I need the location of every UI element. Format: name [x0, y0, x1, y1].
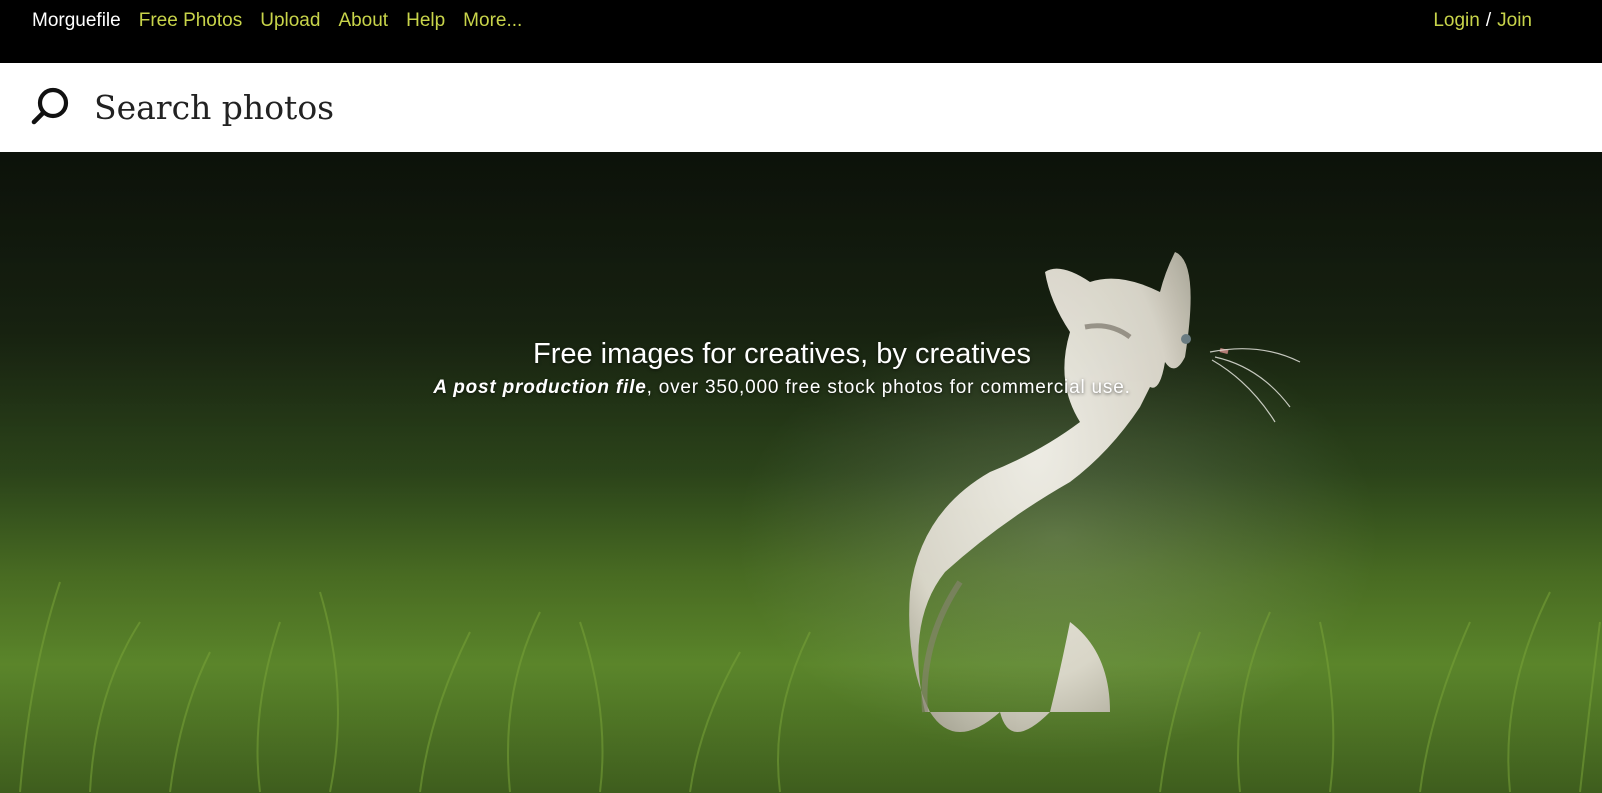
search-input[interactable] — [94, 81, 1554, 133]
hero-subline: A post production file, over 350,000 fre… — [0, 374, 1564, 402]
nav-free-photos[interactable]: Free Photos — [139, 9, 243, 33]
auth-separator: / — [1485, 10, 1492, 31]
top-navigation-bar: Morguefile Free Photos Upload About Help… — [0, 0, 1602, 63]
login-link[interactable]: Login — [1433, 10, 1480, 31]
hero-kitten-photo — [0, 152, 1602, 793]
nav-help[interactable]: Help — [406, 9, 445, 33]
search-bar — [0, 63, 1602, 152]
join-link[interactable]: Join — [1497, 10, 1532, 31]
main-nav: Morguefile Free Photos Upload About Help… — [32, 9, 540, 33]
auth-links: Login / Join — [1433, 9, 1532, 33]
nav-upload[interactable]: Upload — [260, 9, 320, 33]
nav-more[interactable]: More... — [463, 9, 522, 33]
hero-text: Free images for creatives, by creatives … — [0, 337, 1564, 402]
hero-banner: Free images for creatives, by creatives … — [0, 152, 1602, 793]
hero-subline-emphasis: A post production file — [433, 377, 647, 398]
nav-about[interactable]: About — [338, 9, 388, 33]
brand-logo-link[interactable]: Morguefile — [32, 9, 121, 33]
hero-subline-rest: , over 350,000 free stock photos for com… — [646, 377, 1131, 398]
search-icon[interactable] — [30, 85, 72, 127]
hero-headline: Free images for creatives, by creatives — [532, 338, 1031, 370]
